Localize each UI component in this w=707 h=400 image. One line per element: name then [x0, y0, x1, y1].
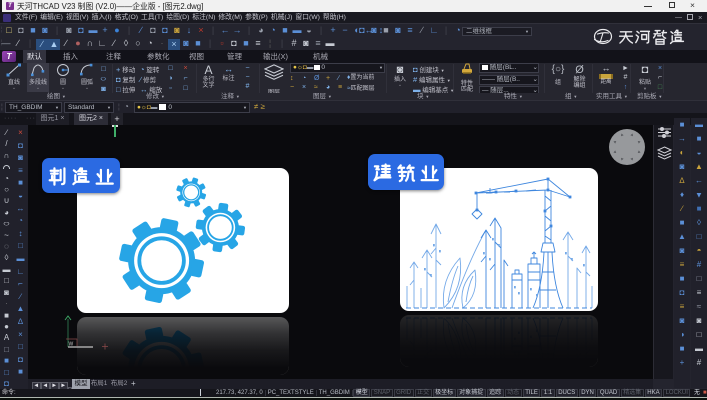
svg-text:W: W	[69, 342, 74, 348]
